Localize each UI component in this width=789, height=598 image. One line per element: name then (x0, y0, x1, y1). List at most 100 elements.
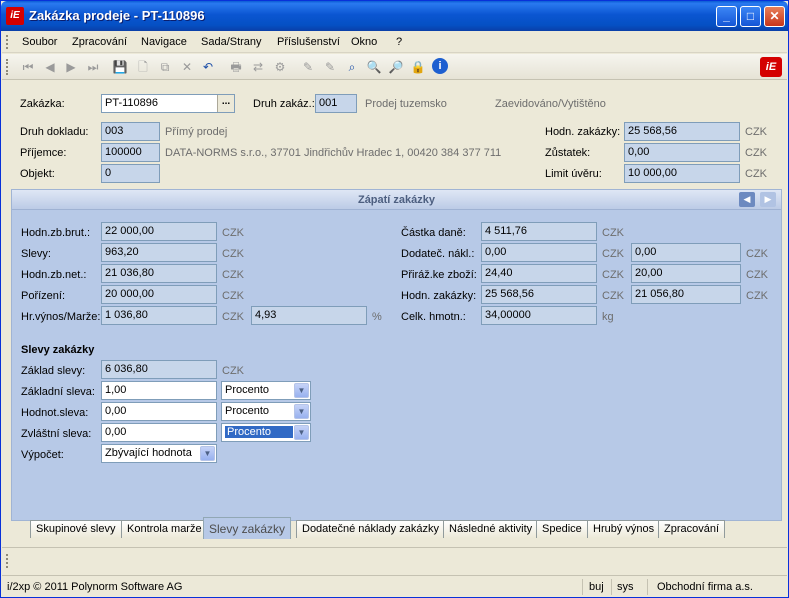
panel-hodn-zakazky-field-2[interactable]: 21 056,80 (631, 285, 741, 304)
limit-label: Limit úvěru: (545, 168, 602, 180)
porizeni-field[interactable]: 20 000,00 (101, 285, 217, 304)
chevron-down-icon[interactable]: ▼ (294, 404, 309, 419)
search-icon[interactable]: 🔍 (366, 59, 382, 75)
hodn-zb-brut-field[interactable]: 22 000,00 (101, 222, 217, 241)
hodn-zakazky-field[interactable]: 25 568,56 (624, 122, 740, 141)
hr-vynos-unit: CZK (222, 311, 244, 323)
zaklad-slevy-field[interactable]: 6 036,80 (101, 360, 217, 379)
title-bar[interactable]: iE Zakázka prodeje - PT-110896 _ □ ✕ (1, 1, 788, 31)
zakladni-sleva-input[interactable]: 1,00 (101, 381, 217, 400)
chevron-down-icon[interactable]: ▼ (294, 383, 309, 398)
app-logo-icon: iE (6, 7, 24, 25)
tab-spedice[interactable]: Spedice (536, 520, 588, 538)
zvlastni-sleva-select-value: Procento (225, 426, 293, 438)
status-separator (647, 579, 648, 595)
search-list-icon[interactable]: ⌕ (344, 59, 360, 75)
tab-kontrola-marze[interactable]: Kontrola marže (121, 520, 208, 538)
hr-vynos-label: Hr.výnos/Marže: (21, 311, 101, 323)
status-separator (611, 579, 612, 595)
hr-vynos-field[interactable]: 1 036,80 (101, 306, 217, 325)
edit-icon[interactable]: ✎ (300, 59, 316, 75)
priraz-unit-2: CZK (746, 269, 768, 281)
druh-dokladu-field[interactable]: 003 (101, 122, 160, 141)
save-icon[interactable]: 💾 (112, 59, 128, 75)
druh-zakaz-field[interactable]: 001 (315, 94, 357, 113)
panel-hodn-zakazky-field[interactable]: 25 568,56 (481, 285, 597, 304)
menu-soubor[interactable]: Soubor (22, 36, 57, 48)
hodnot-sleva-label: Hodnot.sleva: (21, 407, 89, 419)
prijemce-field[interactable]: 100000 (101, 143, 160, 162)
last-record-icon[interactable]: ⏭ (85, 59, 101, 75)
tab-nasledne-aktivity[interactable]: Následné aktivity (443, 520, 539, 538)
settings-icon[interactable]: ⚙ (272, 59, 288, 75)
zakladni-sleva-select[interactable]: Procento ▼ (221, 381, 311, 400)
menu-zpracovani[interactable]: Zpracování (72, 36, 127, 48)
menu-bar: Soubor Zpracování Navigace Sada/Strany P… (2, 31, 787, 53)
slevy-field[interactable]: 963,20 (101, 243, 217, 262)
objekt-field[interactable]: 0 (101, 164, 160, 183)
menu-okno[interactable]: Okno (351, 36, 377, 48)
slevy-unit: CZK (222, 248, 244, 260)
prijemce-desc: DATA-NORMS s.r.o., 37701 Jindřichův Hrad… (165, 147, 502, 159)
zakladni-sleva-label: Základní sleva: (21, 386, 95, 398)
tab-zpracovani[interactable]: Zpracování (658, 520, 726, 538)
application-window: iE Zakázka prodeje - PT-110896 _ □ ✕ Sou… (0, 0, 789, 598)
celk-hmotn-field[interactable]: 34,00000 (481, 306, 597, 325)
tab-slevy-zakazky[interactable]: Slevy zakázky (203, 517, 292, 539)
prijemce-label: Příjemce: (20, 147, 67, 159)
undo-icon[interactable]: ↶ (200, 59, 216, 75)
panel-next-arrow-icon[interactable]: ▶ (760, 192, 776, 207)
tab-dodatecne-naklady[interactable]: Dodatečné náklady zakázky (296, 520, 445, 538)
new-document-icon[interactable]: 🗋 (135, 59, 151, 75)
priraz-field[interactable]: 24,40 (481, 264, 597, 283)
hodn-zb-net-label: Hodn.zb.net.: (21, 269, 87, 281)
transfer-icon[interactable]: ⇄ (250, 59, 266, 75)
chevron-down-icon[interactable]: ▼ (294, 425, 309, 440)
panel-hodn-zakazky-unit: CZK (602, 290, 624, 302)
info-icon[interactable]: i (432, 58, 448, 74)
druh-zakaz-label: Druh zakáz.: (253, 98, 315, 110)
lock-icon[interactable]: 🔒 (410, 59, 426, 75)
marze-percent-field[interactable]: 4,93 (251, 306, 367, 325)
dodatec-nakl-unit-2: CZK (746, 248, 768, 260)
menu-sada-strany[interactable]: Sada/Strany (201, 36, 262, 48)
vypocet-select[interactable]: Zbývající hodnota ▼ (101, 444, 217, 463)
close-button[interactable]: ✕ (764, 6, 785, 27)
zustatek-currency: CZK (745, 147, 767, 159)
delete-icon[interactable]: ✕ (179, 59, 195, 75)
dodatec-nakl-field-2[interactable]: 0,00 (631, 243, 741, 262)
minimize-button[interactable]: _ (716, 6, 737, 27)
panel-hodn-zakazky-unit-2: CZK (746, 290, 768, 302)
chevron-down-icon[interactable]: ▼ (200, 446, 215, 461)
menu-navigace[interactable]: Navigace (141, 36, 187, 48)
castka-dane-field[interactable]: 4 511,76 (481, 222, 597, 241)
castka-dane-label: Částka daně: (401, 227, 466, 239)
porizeni-unit: CZK (222, 290, 244, 302)
zustatek-field[interactable]: 0,00 (624, 143, 740, 162)
dodatec-nakl-field[interactable]: 0,00 (481, 243, 597, 262)
priraz-field-2[interactable]: 20,00 (631, 264, 741, 283)
panel-prev-arrow-icon[interactable]: ◀ (739, 192, 755, 207)
maximize-button[interactable]: □ (740, 6, 761, 27)
hodnot-sleva-input[interactable]: 0,00 (101, 402, 217, 421)
limit-field[interactable]: 10 000,00 (624, 164, 740, 183)
zakazka-input[interactable]: PT-110896 ... (101, 94, 235, 113)
tab-hruby-vynos[interactable]: Hrubý výnos (587, 520, 661, 538)
zvlastni-sleva-select[interactable]: Procento ▼ (221, 423, 311, 442)
zakazka-browse-button[interactable]: ... (217, 95, 234, 112)
menu-help[interactable]: ? (396, 36, 402, 48)
copy-icon[interactable]: ⧉ (157, 59, 173, 75)
menu-prislusenstvi[interactable]: Příslušenství (277, 36, 340, 48)
tab-skupinove-slevy[interactable]: Skupinové slevy (30, 520, 122, 538)
zvlastni-sleva-input[interactable]: 0,00 (101, 423, 217, 442)
hodn-zb-net-field[interactable]: 21 036,80 (101, 264, 217, 283)
print-icon[interactable]: 🖶 (228, 59, 244, 75)
next-record-icon[interactable]: ▶ (63, 59, 79, 75)
hodnot-sleva-select[interactable]: Procento ▼ (221, 402, 311, 421)
prev-record-icon[interactable]: ◀ (42, 59, 58, 75)
edit-alt-icon[interactable]: ✎ (322, 59, 338, 75)
zoom-icon[interactable]: 🔎 (388, 59, 404, 75)
druh-dokladu-label: Druh dokladu: (20, 126, 89, 138)
first-record-icon[interactable]: ⏮ (20, 59, 36, 75)
porizeni-label: Pořízení: (21, 290, 66, 302)
